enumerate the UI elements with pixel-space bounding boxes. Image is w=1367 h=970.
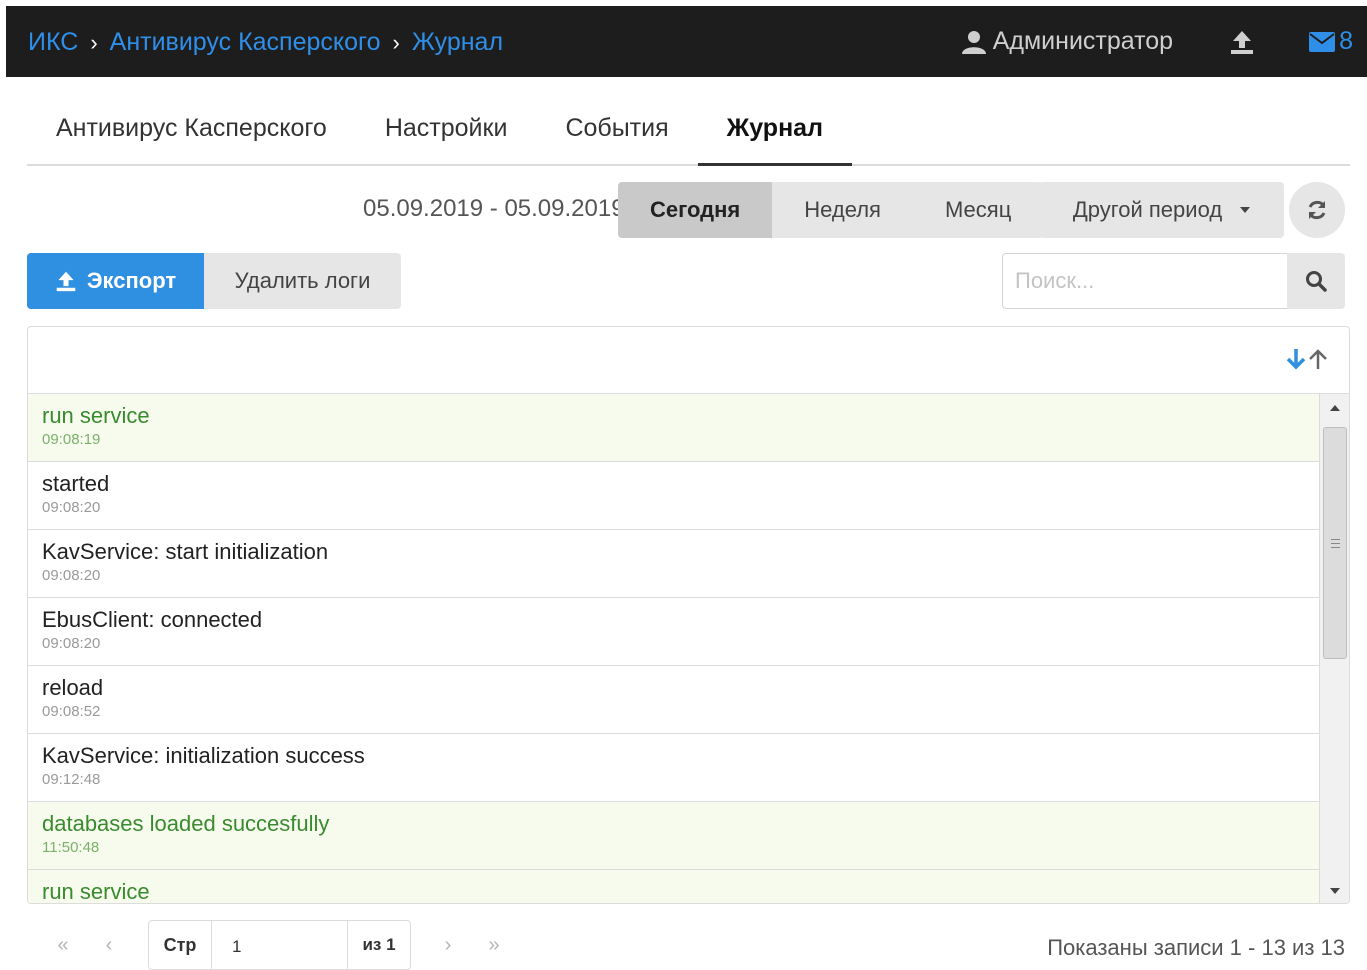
tab-journal[interactable]: Журнал — [697, 100, 852, 166]
tab-events[interactable]: События — [536, 100, 697, 166]
breadcrumb-root[interactable]: ИКС — [28, 28, 78, 57]
scrollbar[interactable] — [1319, 394, 1349, 903]
date-range-label: 05.09.2019 - 05.09.2019 — [363, 195, 625, 222]
scroll-thumb[interactable] — [1323, 427, 1347, 659]
log-message: run service — [42, 879, 150, 904]
log-time: 09:12:48 — [42, 771, 101, 788]
tab-kaspersky[interactable]: Антивирус Касперского — [27, 100, 356, 166]
log-row: KavService: initialization success 09:12:… — [28, 734, 1320, 802]
tab-bar: Антивирус Касперского Настройки События … — [27, 100, 1350, 166]
period-selector: Сегодня Неделя Месяц — [618, 182, 1044, 238]
log-row: KavService: start initialization 09:08:20 — [28, 530, 1320, 598]
log-panel-header — [28, 327, 1349, 394]
tab-settings[interactable]: Настройки — [356, 100, 537, 166]
log-row: EbusClient: connected 09:08:20 — [28, 598, 1320, 666]
page-label: Стр — [163, 934, 197, 955]
scroll-up-arrow[interactable] — [1320, 394, 1349, 420]
mail-count: 8 — [1339, 27, 1353, 55]
log-message: KavService: start initialization — [42, 539, 329, 564]
page-input-group: Стр из 1 — [148, 920, 411, 970]
sort-toggle[interactable] — [1285, 347, 1329, 371]
log-message: started — [42, 471, 110, 496]
export-label: Экспорт — [86, 268, 177, 293]
log-message: reload — [42, 675, 104, 700]
next-page-button[interactable]: › — [425, 920, 471, 970]
page-number-input[interactable] — [211, 921, 348, 969]
records-summary: Показаны записи 1 - 13 из 13 — [1047, 935, 1345, 960]
page-total: из 1 — [362, 935, 396, 954]
search-box — [1002, 253, 1345, 309]
log-row: databases loaded succesfully 11:50:48 — [28, 802, 1320, 870]
mail-icon — [1309, 31, 1336, 52]
first-page-button[interactable]: « — [40, 920, 86, 970]
upload-icon[interactable] — [1229, 29, 1255, 55]
log-row: reload 09:08:52 — [28, 666, 1320, 734]
export-button[interactable]: Экспорт — [27, 253, 204, 309]
log-time: 09:08:20 — [42, 499, 101, 516]
header-actions: Администратор 8 — [961, 6, 1367, 77]
arrow-down-icon — [1286, 349, 1306, 370]
caret-down-icon — [1240, 207, 1251, 213]
grip-icon — [1330, 538, 1340, 548]
breadcrumb-section[interactable]: Антивирус Касперского — [110, 28, 381, 57]
log-time: 09:08:20 — [42, 635, 101, 652]
log-time: 11:50:48 — [42, 839, 100, 856]
prev-page-button[interactable]: ‹ — [86, 920, 132, 970]
search-icon — [1306, 271, 1327, 292]
refresh-icon — [1308, 200, 1326, 220]
log-list: run service 09:08:19 started 09:08:20 KavSer… — [28, 394, 1320, 904]
arrow-up-icon — [1309, 349, 1327, 369]
scroll-down-arrow[interactable] — [1320, 878, 1349, 903]
user-icon — [961, 30, 986, 54]
pagination: « ‹ Стр из 1 › » — [40, 920, 517, 970]
delete-logs-button[interactable]: Удалить логи — [204, 253, 401, 309]
refresh-button[interactable] — [1289, 182, 1345, 238]
period-today-button[interactable]: Сегодня — [618, 182, 773, 238]
log-panel: run service 09:08:19 started 09:08:20 KavSer… — [27, 326, 1350, 904]
period-week-button[interactable]: Неделя — [772, 182, 913, 238]
search-button[interactable] — [1287, 253, 1345, 309]
upload-icon — [56, 271, 76, 292]
log-time: 09:08:20 — [42, 567, 101, 584]
other-period-label: Другой период — [1072, 197, 1223, 222]
log-time: 09:08:52 — [42, 703, 101, 720]
user-menu[interactable]: Администратор — [961, 27, 1173, 56]
log-row: started 09:08:20 — [28, 462, 1320, 530]
breadcrumb: ИКС › Антивирус Касперского › Журнал — [28, 28, 503, 57]
log-message: databases loaded succesfully — [42, 811, 330, 836]
mail-button[interactable]: 8 — [1309, 27, 1353, 56]
last-page-button[interactable]: » — [471, 920, 517, 970]
top-bar: ИКС › Антивирус Касперского › Журнал Адм… — [6, 6, 1367, 77]
breadcrumb-page[interactable]: Журнал — [412, 28, 503, 57]
log-message: EbusClient: connected — [42, 607, 263, 632]
user-name: Администратор — [992, 27, 1174, 55]
log-message: KavService: initialization success — [42, 743, 365, 768]
search-input[interactable] — [1002, 253, 1287, 309]
log-row: run service — [28, 870, 1320, 904]
log-message: run service — [42, 403, 150, 428]
log-row: run service 09:08:19 — [28, 394, 1320, 462]
other-period-dropdown[interactable]: Другой период — [1039, 182, 1284, 238]
log-time: 09:08:19 — [42, 431, 101, 448]
breadcrumb-separator: › — [392, 29, 400, 55]
period-month-button[interactable]: Месяц — [912, 182, 1044, 238]
breadcrumb-separator: › — [90, 29, 98, 55]
